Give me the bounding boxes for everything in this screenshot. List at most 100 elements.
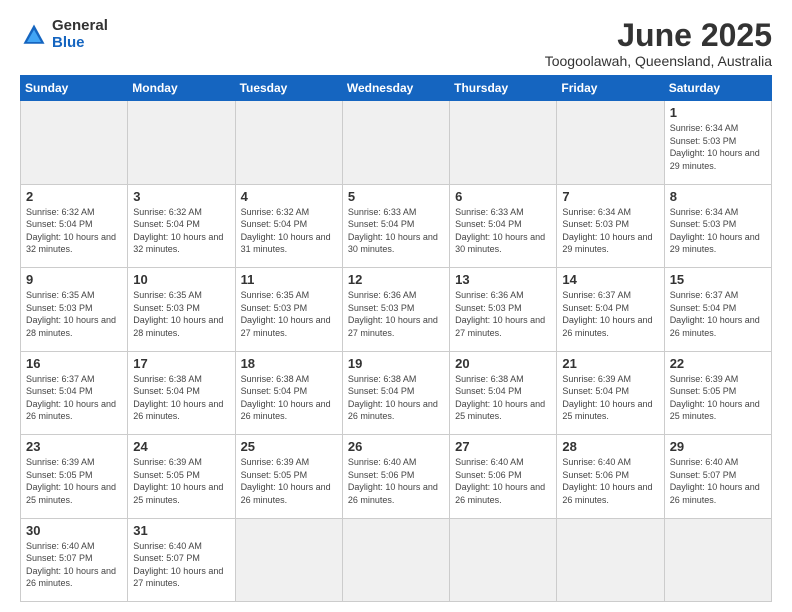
day-info: Sunrise: 6:39 AMSunset: 5:04 PMDaylight:…	[562, 373, 658, 423]
day-number: 8	[670, 189, 766, 204]
title-block: June 2025 Toogoolawah, Queensland, Austr…	[545, 18, 772, 69]
day-number: 6	[455, 189, 551, 204]
day-number: 12	[348, 272, 444, 287]
calendar-cell	[450, 518, 557, 601]
day-info: Sunrise: 6:38 AMSunset: 5:04 PMDaylight:…	[455, 373, 551, 423]
day-info: Sunrise: 6:40 AMSunset: 5:06 PMDaylight:…	[348, 456, 444, 506]
day-number: 9	[26, 272, 122, 287]
day-info: Sunrise: 6:33 AMSunset: 5:04 PMDaylight:…	[348, 206, 444, 256]
day-number: 10	[133, 272, 229, 287]
calendar-cell: 11 Sunrise: 6:35 AMSunset: 5:03 PMDayligh…	[235, 268, 342, 351]
page: General Blue June 2025 Toogoolawah, Quee…	[0, 0, 792, 612]
day-number: 7	[562, 189, 658, 204]
calendar-cell: 12Sunrise: 6:36 AMSunset: 5:03 PMDayligh…	[342, 268, 449, 351]
calendar-week-4: 23 Sunrise: 6:39 AMSunset: 5:05 PMDayligh…	[21, 435, 772, 518]
calendar-cell: 7 Sunrise: 6:34 AMSunset: 5:03 PMDaylight…	[557, 184, 664, 267]
calendar-cell	[450, 101, 557, 184]
day-info: Sunrise: 6:40 AMSunset: 5:07 PMDaylight:…	[133, 540, 229, 590]
day-number: 24	[133, 439, 229, 454]
day-info: Sunrise: 6:40 AMSunset: 5:06 PMDaylight:…	[455, 456, 551, 506]
logo-text: General Blue	[52, 18, 108, 51]
calendar-cell: 10Sunrise: 6:35 AMSunset: 5:03 PMDayligh…	[128, 268, 235, 351]
day-info: Sunrise: 6:37 AMSunset: 5:04 PMDaylight:…	[670, 289, 766, 339]
day-number: 26	[348, 439, 444, 454]
calendar-cell: 27Sunrise: 6:40 AMSunset: 5:06 PMDayligh…	[450, 435, 557, 518]
calendar-cell	[21, 101, 128, 184]
day-info: Sunrise: 6:37 AMSunset: 5:04 PMDaylight:…	[26, 373, 122, 423]
calendar-cell: 19 Sunrise: 6:38 AMSunset: 5:04 PMDayligh…	[342, 351, 449, 434]
day-info: Sunrise: 6:35 AMSunset: 5:03 PMDaylight:…	[241, 289, 337, 339]
calendar-cell: 14 Sunrise: 6:37 AMSunset: 5:04 PMDayligh…	[557, 268, 664, 351]
calendar-cell: 22Sunrise: 6:39 AMSunset: 5:05 PMDayligh…	[664, 351, 771, 434]
day-info: Sunrise: 6:36 AMSunset: 5:03 PMDaylight:…	[455, 289, 551, 339]
calendar-cell	[557, 518, 664, 601]
day-info: Sunrise: 6:39 AMSunset: 5:05 PMDaylight:…	[133, 456, 229, 506]
day-info: Sunrise: 6:40 AMSunset: 5:07 PMDaylight:…	[26, 540, 122, 590]
day-info: Sunrise: 6:40 AMSunset: 5:07 PMDaylight:…	[670, 456, 766, 506]
calendar-cell: 1Sunrise: 6:34 AMSunset: 5:03 PMDaylight…	[664, 101, 771, 184]
day-number: 13	[455, 272, 551, 287]
weekday-header-wednesday: Wednesday	[342, 76, 449, 101]
day-info: Sunrise: 6:32 AMSunset: 5:04 PMDaylight:…	[241, 206, 337, 256]
calendar-cell: 28 Sunrise: 6:40 AMSunset: 5:06 PMDayligh…	[557, 435, 664, 518]
calendar-cell: 31 Sunrise: 6:40 AMSunset: 5:07 PMDayligh…	[128, 518, 235, 601]
calendar-cell	[128, 101, 235, 184]
calendar-cell	[235, 101, 342, 184]
day-number: 11	[241, 272, 337, 287]
day-number: 31	[133, 523, 229, 538]
calendar-cell: 4 Sunrise: 6:32 AMSunset: 5:04 PMDaylight…	[235, 184, 342, 267]
weekday-header-friday: Friday	[557, 76, 664, 101]
day-number: 14	[562, 272, 658, 287]
calendar-cell: 13 Sunrise: 6:36 AMSunset: 5:03 PMDayligh…	[450, 268, 557, 351]
calendar-cell: 24 Sunrise: 6:39 AMSunset: 5:05 PMDayligh…	[128, 435, 235, 518]
day-number: 3	[133, 189, 229, 204]
calendar-cell: 16 Sunrise: 6:37 AMSunset: 5:04 PMDayligh…	[21, 351, 128, 434]
calendar-week-1: 2 Sunrise: 6:32 AMSunset: 5:04 PMDaylight…	[21, 184, 772, 267]
calendar-cell: 25 Sunrise: 6:39 AMSunset: 5:05 PMDayligh…	[235, 435, 342, 518]
calendar-week-2: 9 Sunrise: 6:35 AMSunset: 5:03 PMDaylight…	[21, 268, 772, 351]
calendar-week-0: 1Sunrise: 6:34 AMSunset: 5:03 PMDaylight…	[21, 101, 772, 184]
day-number: 25	[241, 439, 337, 454]
day-info: Sunrise: 6:34 AMSunset: 5:03 PMDaylight:…	[670, 122, 766, 172]
calendar-cell	[557, 101, 664, 184]
calendar: SundayMondayTuesdayWednesdayThursdayFrid…	[20, 75, 772, 602]
day-info: Sunrise: 6:37 AMSunset: 5:04 PMDaylight:…	[562, 289, 658, 339]
day-number: 5	[348, 189, 444, 204]
day-info: Sunrise: 6:34 AMSunset: 5:03 PMDaylight:…	[562, 206, 658, 256]
day-number: 15	[670, 272, 766, 287]
day-number: 2	[26, 189, 122, 204]
day-info: Sunrise: 6:39 AMSunset: 5:05 PMDaylight:…	[241, 456, 337, 506]
day-info: Sunrise: 6:38 AMSunset: 5:04 PMDaylight:…	[348, 373, 444, 423]
calendar-cell: 6 Sunrise: 6:33 AMSunset: 5:04 PMDaylight…	[450, 184, 557, 267]
day-info: Sunrise: 6:39 AMSunset: 5:05 PMDaylight:…	[670, 373, 766, 423]
header: General Blue June 2025 Toogoolawah, Quee…	[20, 18, 772, 69]
month-title: June 2025	[545, 18, 772, 53]
day-info: Sunrise: 6:40 AMSunset: 5:06 PMDaylight:…	[562, 456, 658, 506]
day-number: 16	[26, 356, 122, 371]
calendar-week-5: 30Sunrise: 6:40 AMSunset: 5:07 PMDayligh…	[21, 518, 772, 601]
day-info: Sunrise: 6:32 AMSunset: 5:04 PMDaylight:…	[133, 206, 229, 256]
calendar-week-3: 16 Sunrise: 6:37 AMSunset: 5:04 PMDayligh…	[21, 351, 772, 434]
calendar-cell: 23 Sunrise: 6:39 AMSunset: 5:05 PMDayligh…	[21, 435, 128, 518]
weekday-header-thursday: Thursday	[450, 76, 557, 101]
day-info: Sunrise: 6:35 AMSunset: 5:03 PMDaylight:…	[26, 289, 122, 339]
weekday-header-monday: Monday	[128, 76, 235, 101]
day-info: Sunrise: 6:39 AMSunset: 5:05 PMDaylight:…	[26, 456, 122, 506]
logo-general: General	[52, 18, 108, 35]
calendar-cell	[664, 518, 771, 601]
calendar-cell	[235, 518, 342, 601]
calendar-cell: 26 Sunrise: 6:40 AMSunset: 5:06 PMDayligh…	[342, 435, 449, 518]
day-info: Sunrise: 6:32 AMSunset: 5:04 PMDaylight:…	[26, 206, 122, 256]
calendar-cell: 3 Sunrise: 6:32 AMSunset: 5:04 PMDaylight…	[128, 184, 235, 267]
day-number: 23	[26, 439, 122, 454]
day-number: 28	[562, 439, 658, 454]
day-number: 21	[562, 356, 658, 371]
calendar-cell: 18Sunrise: 6:38 AMSunset: 5:04 PMDayligh…	[235, 351, 342, 434]
calendar-cell: 17Sunrise: 6:38 AMSunset: 5:04 PMDayligh…	[128, 351, 235, 434]
logo-blue: Blue	[52, 35, 108, 52]
day-number: 4	[241, 189, 337, 204]
calendar-cell	[342, 518, 449, 601]
day-number: 19	[348, 356, 444, 371]
weekday-header-saturday: Saturday	[664, 76, 771, 101]
day-info: Sunrise: 6:33 AMSunset: 5:04 PMDaylight:…	[455, 206, 551, 256]
